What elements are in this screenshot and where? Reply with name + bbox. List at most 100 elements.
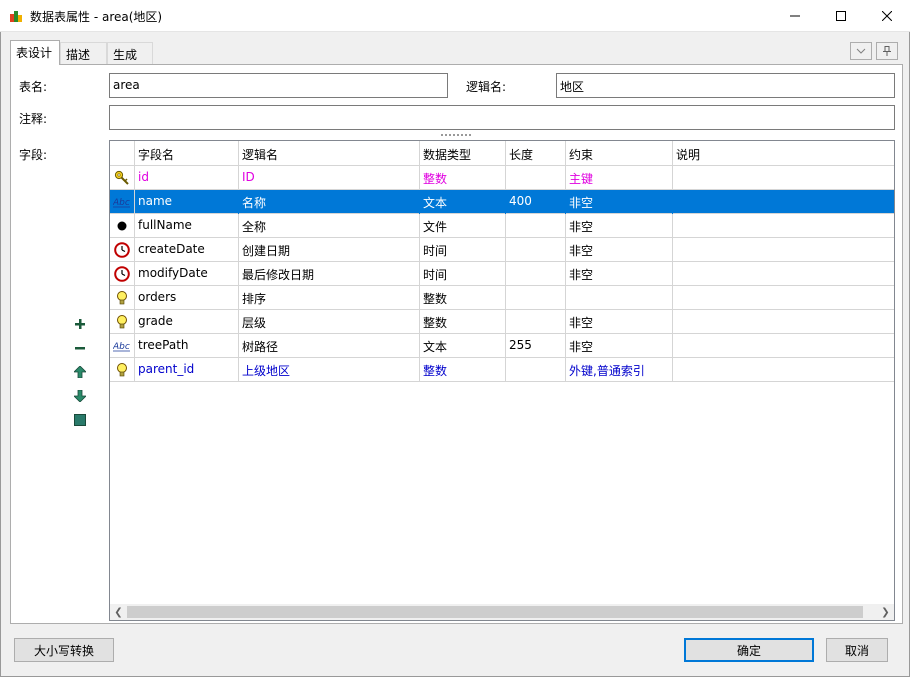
move-down-button[interactable] — [72, 388, 88, 404]
close-button[interactable] — [864, 0, 910, 32]
remove-field-button[interactable] — [72, 340, 88, 356]
cell-logical-name[interactable]: 名称 — [239, 190, 420, 214]
cell-length[interactable] — [506, 358, 566, 382]
comment-field[interactable] — [109, 105, 895, 130]
cell-logical-name[interactable]: 上级地区 — [239, 358, 420, 382]
scroll-left-icon[interactable]: ❮ — [110, 604, 127, 620]
maximize-button[interactable] — [818, 0, 864, 32]
logical-name-field[interactable]: 地区 — [556, 73, 895, 98]
table-name-field[interactable]: area — [109, 73, 448, 98]
header-constraint[interactable]: 约束 — [566, 141, 673, 166]
cell-field-name[interactable]: createDate — [135, 238, 239, 262]
cell-field-name[interactable]: treePath — [135, 334, 239, 358]
cell-length[interactable] — [506, 262, 566, 286]
cell-logical-name[interactable]: 最后修改日期 — [239, 262, 420, 286]
cell-data-type[interactable]: 整数 — [420, 166, 506, 190]
header-logical-name[interactable]: 逻辑名 — [239, 141, 420, 166]
cell-length[interactable] — [506, 310, 566, 334]
cell-description[interactable] — [673, 262, 894, 286]
horizontal-scrollbar[interactable]: ❮ ❯ — [110, 604, 894, 620]
cell-field-name[interactable]: modifyDate — [135, 262, 239, 286]
cell-length[interactable] — [506, 238, 566, 262]
cell-constraint[interactable]: 非空 — [566, 334, 673, 358]
window-title: 数据表属性 - area(地区) — [30, 10, 163, 24]
cell-description[interactable] — [673, 214, 894, 238]
table-row[interactable]: id ID 整数 主键 — [110, 166, 894, 190]
table-row[interactable]: createDate 创建日期 时间 非空 — [110, 238, 894, 262]
cell-constraint[interactable] — [566, 286, 673, 310]
clock-icon — [110, 238, 135, 262]
ok-button[interactable]: 确定 — [684, 638, 814, 662]
cancel-button[interactable]: 取消 — [826, 638, 888, 662]
table-row[interactable]: grade 层级 整数 非空 — [110, 310, 894, 334]
cell-description[interactable] — [673, 286, 894, 310]
table-row[interactable]: modifyDate 最后修改日期 时间 非空 — [110, 262, 894, 286]
cell-length[interactable] — [506, 286, 566, 310]
cell-data-type[interactable]: 整数 — [420, 286, 506, 310]
cell-logical-name[interactable]: 排序 — [239, 286, 420, 310]
cell-data-type[interactable]: 文本 — [420, 190, 506, 214]
tab-description[interactable]: 描述 — [60, 42, 107, 64]
cell-field-name[interactable]: orders — [135, 286, 239, 310]
cell-description[interactable] — [673, 358, 894, 382]
cell-field-name[interactable]: id — [135, 166, 239, 190]
cell-description[interactable] — [673, 310, 894, 334]
square-icon — [74, 414, 86, 426]
cell-constraint[interactable]: 非空 — [566, 214, 673, 238]
black-dot-icon — [110, 214, 135, 238]
cell-constraint[interactable]: 非空 — [566, 310, 673, 334]
cell-data-type[interactable]: 时间 — [420, 238, 506, 262]
header-length[interactable]: 长度 — [506, 141, 566, 166]
table-row[interactable]: fullName 全称 文件 非空 — [110, 214, 894, 238]
cell-logical-name[interactable]: 创建日期 — [239, 238, 420, 262]
table-row[interactable]: parent_id 上级地区 整数 外键,普通索引 — [110, 358, 894, 382]
cell-constraint[interactable]: 非空 — [566, 190, 673, 214]
cell-constraint[interactable]: 非空 — [566, 238, 673, 262]
cell-logical-name[interactable]: ID — [239, 166, 420, 190]
splitter-handle[interactable] — [441, 134, 471, 137]
header-description[interactable]: 说明 — [673, 141, 894, 166]
add-field-button[interactable] — [72, 316, 88, 332]
cell-data-type[interactable]: 文件 — [420, 214, 506, 238]
key-icon — [110, 166, 135, 190]
cell-length[interactable] — [506, 166, 566, 190]
cell-description[interactable] — [673, 190, 894, 214]
fields-grid: 字段名 逻辑名 数据类型 长度 约束 说明 id ID 整数 主键 Abc name 名称文… — [109, 140, 895, 621]
cell-data-type[interactable]: 文本 — [420, 334, 506, 358]
cell-field-name[interactable]: parent_id — [135, 358, 239, 382]
cell-field-name[interactable]: grade — [135, 310, 239, 334]
minimize-button[interactable] — [772, 0, 818, 32]
cell-description[interactable] — [673, 238, 894, 262]
cell-description[interactable] — [673, 334, 894, 358]
cell-description[interactable] — [673, 166, 894, 190]
move-up-button[interactable] — [72, 364, 88, 380]
cell-field-name[interactable]: fullName — [135, 214, 239, 238]
tab-table-design[interactable]: 表设计 — [10, 40, 60, 65]
cell-length[interactable]: 255 — [506, 334, 566, 358]
cell-logical-name[interactable]: 树路径 — [239, 334, 420, 358]
cell-constraint[interactable]: 主键 — [566, 166, 673, 190]
cell-logical-name[interactable]: 全称 — [239, 214, 420, 238]
case-convert-button[interactable]: 大小写转换 — [14, 638, 114, 662]
header-field-name[interactable]: 字段名 — [135, 141, 239, 166]
table-row[interactable]: Abc treePath 树路径 文本 255 非空 — [110, 334, 894, 358]
cell-data-type[interactable]: 时间 — [420, 262, 506, 286]
scroll-thumb[interactable] — [127, 606, 863, 618]
dropdown-button[interactable] — [850, 42, 872, 60]
scroll-right-icon[interactable]: ❯ — [877, 604, 894, 620]
cell-field-name[interactable]: name — [135, 190, 239, 214]
table-row[interactable]: orders 排序 整数 — [110, 286, 894, 310]
table-row[interactable]: Abc name 名称 文本 400 非空 — [110, 190, 894, 214]
cell-length[interactable] — [506, 214, 566, 238]
tab-generate[interactable]: 生成 — [107, 42, 153, 64]
cell-data-type[interactable]: 整数 — [420, 358, 506, 382]
cell-length[interactable]: 400 — [506, 190, 566, 214]
pin-button[interactable] — [876, 42, 898, 60]
header-data-type[interactable]: 数据类型 — [420, 141, 506, 166]
cell-logical-name[interactable]: 层级 — [239, 310, 420, 334]
cell-constraint[interactable]: 外键,普通索引 — [566, 358, 673, 382]
cell-constraint[interactable]: 非空 — [566, 262, 673, 286]
field-option-button[interactable] — [72, 412, 88, 428]
move-down-icon — [74, 390, 86, 402]
cell-data-type[interactable]: 整数 — [420, 310, 506, 334]
